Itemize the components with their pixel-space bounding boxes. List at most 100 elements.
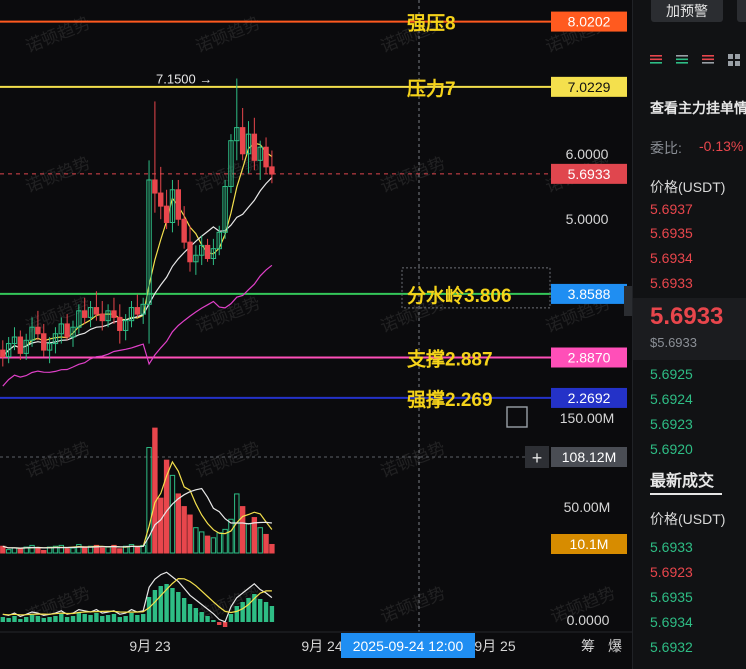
expand-icon[interactable] xyxy=(506,406,528,428)
macd-histogram-bar xyxy=(76,613,82,622)
footer-label[interactable]: 筹 xyxy=(581,638,595,654)
macd-histogram-bar xyxy=(181,598,187,622)
candle-body xyxy=(187,241,193,263)
time-axis-label: 9月 24 xyxy=(301,638,342,654)
volume-bar xyxy=(193,527,199,554)
depth-title[interactable]: 查看主力挂单情 xyxy=(650,98,746,118)
volume-bar xyxy=(263,533,269,554)
macd-histogram-bar xyxy=(193,608,199,622)
volume-bar xyxy=(76,544,82,554)
last-price: 5.6933 xyxy=(650,303,724,330)
macd-histogram-bar xyxy=(170,588,175,622)
price-header: 价格(USDT) xyxy=(650,179,726,195)
macd-histogram-bar xyxy=(94,613,99,622)
depth-both-icon[interactable] xyxy=(650,54,662,66)
watermark-text: 诺顿趋势 xyxy=(378,438,448,481)
level-label: 强撑2.269 xyxy=(407,388,493,411)
watermark-text: 诺顿趋势 xyxy=(378,153,448,196)
depth-asks-icon[interactable] xyxy=(702,54,714,66)
volume-bar xyxy=(5,549,12,554)
candle-body xyxy=(64,323,70,338)
candle-body xyxy=(181,218,187,243)
volume-bar xyxy=(29,544,35,554)
volume-bar xyxy=(175,493,182,554)
macd-histogram-bar xyxy=(141,614,146,622)
volume-bar xyxy=(70,547,76,554)
macd-histogram-bar xyxy=(187,604,193,622)
candle-body xyxy=(134,307,141,315)
macd-histogram-bar xyxy=(211,620,216,622)
ask-price[interactable]: 5.6935 xyxy=(650,225,693,241)
bid-price[interactable]: 5.6924 xyxy=(650,391,693,407)
volume-bar xyxy=(117,548,123,554)
volume-bar xyxy=(228,518,234,554)
ask-price[interactable]: 5.6937 xyxy=(650,201,693,217)
candle-body xyxy=(93,307,100,315)
volume-bar xyxy=(82,546,88,554)
macd-histogram-bar xyxy=(82,614,87,622)
macd-histogram-bar xyxy=(18,619,23,622)
volume-bar xyxy=(269,543,275,554)
depth-bids-icon[interactable] xyxy=(676,54,688,66)
volume-bar xyxy=(199,531,205,554)
chart-canvas[interactable]: 诺顿趋势 诺顿趋势 诺顿趋势 诺顿趋势诺顿趋势 诺顿趋势 诺顿趋势诺顿趋势 诺顿趋势 诺顿趋势… xyxy=(0,0,632,669)
volume-bar xyxy=(41,549,47,554)
volume-bar xyxy=(239,506,246,554)
volume-bar xyxy=(257,527,263,554)
candle-body xyxy=(99,313,105,322)
volume-bar xyxy=(105,546,111,554)
crosshair-time-label: 2025-09-24 12:00 xyxy=(353,638,464,654)
candle-body xyxy=(263,146,269,168)
macd-histogram-bar xyxy=(152,590,158,622)
ask-price[interactable]: 5.6933 xyxy=(650,275,693,291)
macd-histogram-bar xyxy=(234,606,239,622)
trade-price: 5.6923 xyxy=(650,564,693,580)
ask-price[interactable]: 5.6934 xyxy=(650,250,693,266)
collapse-handle[interactable] xyxy=(624,286,632,316)
volume-bar xyxy=(99,547,105,554)
level-price-label: 2.2692 xyxy=(568,390,611,406)
watermark-text: 诺顿趋势 xyxy=(23,13,93,56)
candle-body xyxy=(239,127,246,155)
candle-body xyxy=(17,336,24,354)
candle-body xyxy=(158,192,164,207)
candle-body xyxy=(204,244,211,259)
max-price-marker: 7.1500 → xyxy=(156,72,212,87)
candle-body xyxy=(175,189,182,220)
macd-histogram-bar xyxy=(240,602,245,622)
macd-histogram-bar xyxy=(35,616,41,622)
level-label: 压力7 xyxy=(407,77,456,100)
trade-price: 5.6934 xyxy=(650,614,693,630)
candle-body xyxy=(0,349,6,358)
macd-histogram-bar xyxy=(53,616,58,622)
candle-body xyxy=(117,316,123,331)
more-button[interactable] xyxy=(737,0,746,22)
trade-price: 5.6933 xyxy=(650,539,693,555)
price-tick-label: 6.0000 xyxy=(566,146,609,162)
bid-price[interactable]: 5.6925 xyxy=(650,366,693,382)
bid-price[interactable]: 5.6920 xyxy=(650,441,693,457)
level-price-label: 8.0202 xyxy=(568,14,611,30)
price-tick-label: 5.0000 xyxy=(566,211,609,227)
macd-histogram-bar xyxy=(70,616,76,622)
ratio-value: -0.13% xyxy=(699,138,744,154)
time-axis-label: 9月 23 xyxy=(129,638,170,654)
macd-histogram-bar xyxy=(64,617,70,622)
macd-histogram-bar xyxy=(176,592,181,622)
volume-bar xyxy=(17,548,24,554)
candle-body xyxy=(82,310,88,318)
candlestick-chart[interactable]: 诺顿趋势 诺顿趋势 诺顿趋势 诺顿趋势 诺顿趋势 诺顿趋势 诺顿趋势 诺顿趋势 诺顿趋势 诺顿趋势… xyxy=(0,0,632,669)
current-price-label: 5.6933 xyxy=(568,166,611,182)
last-price-fiat: $5.6933 xyxy=(650,335,697,350)
volume-bar xyxy=(158,497,164,554)
volume-tick-label: 50.00M xyxy=(564,499,611,515)
footer-label[interactable]: 爆 xyxy=(608,638,622,654)
volume-bar xyxy=(187,514,193,554)
add-alert-button[interactable]: 加预警 xyxy=(651,0,723,22)
plus-icon[interactable]: + xyxy=(532,448,543,468)
bid-price[interactable]: 5.6923 xyxy=(650,416,693,432)
recent-trades-tab[interactable]: 最新成交 xyxy=(650,467,714,491)
volume-bar xyxy=(163,459,170,554)
depth-grid-icon[interactable] xyxy=(728,54,740,66)
macd-histogram-bar xyxy=(258,599,263,622)
